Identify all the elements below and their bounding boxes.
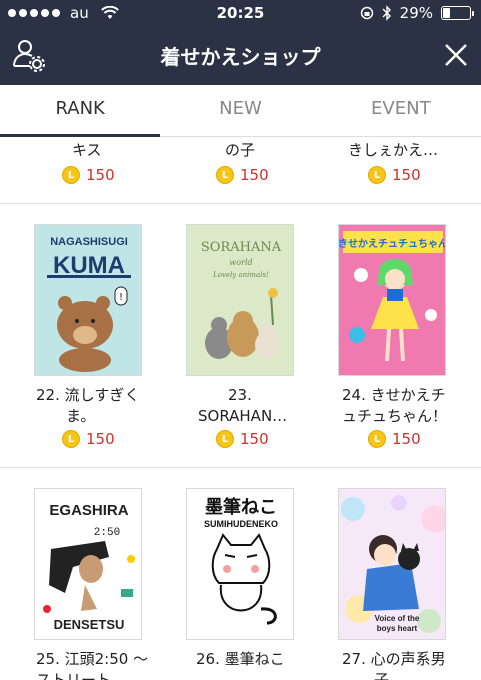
sumihude-cover-image: 墨筆ねこ SUMIHUDENEKO	[204, 496, 278, 625]
row-divider	[0, 467, 481, 468]
battery-percent: 29%	[399, 4, 433, 22]
theme-price: L 150	[216, 166, 269, 184]
theme-thumbnail-sumihude[interactable]: 墨筆ねこ SUMIHUDENEKO	[186, 488, 294, 640]
page-title: 着せかえショップ	[160, 45, 321, 69]
coin-icon: L	[216, 166, 234, 184]
svg-text:SORAHANA: SORAHANA	[201, 240, 282, 255]
svg-text:KUMA: KUMA	[53, 252, 125, 279]
theme-thumbnail-chuchu[interactable]: きせかえチュチュちゃん	[338, 224, 446, 376]
kokoro-cover-image: Voice of the boys heart	[341, 495, 445, 633]
tab-event[interactable]: EVENT	[321, 85, 481, 136]
svg-text:boys heart: boys heart	[377, 624, 418, 633]
theme-price: L 150	[62, 166, 115, 184]
coin-icon: L	[62, 166, 80, 184]
tab-rank[interactable]: RANK	[0, 85, 161, 137]
svg-text:SUMIHUDENEKO: SUMIHUDENEKO	[204, 519, 278, 529]
egashira-cover-image: EGASHIRA 2:50 DENSETSU	[43, 502, 135, 632]
sorahana-cover-image: SORAHANA world Lovely animals!	[201, 240, 282, 359]
header: 着せかえショップ	[0, 26, 481, 85]
theme-grid: キス L 150 の子 L 150 きしぇかえ… L 150 NAGASHISU…	[0, 138, 481, 680]
theme-name: 23.	[228, 386, 252, 404]
coin-icon: L	[216, 430, 234, 448]
svg-text:EGASHIRA: EGASHIRA	[49, 502, 128, 519]
chuchu-cover-image: きせかえチュチュちゃん	[339, 231, 446, 362]
coin-icon: L	[368, 166, 386, 184]
kuma-cover-image: NAGASHISUGI KUMA !	[47, 236, 131, 372]
theme-name-line2: ま。	[66, 407, 96, 425]
theme-name: の子	[225, 141, 256, 159]
theme-price: L 150	[216, 430, 269, 448]
theme-name: きしぇかえ…	[348, 141, 439, 159]
svg-text:world: world	[229, 258, 252, 267]
bluetooth-icon	[382, 5, 391, 21]
theme-name-line2: ストリート	[36, 671, 112, 680]
svg-text:2:50: 2:50	[94, 527, 120, 539]
tab-new[interactable]: NEW	[160, 85, 320, 136]
orientation-lock-icon	[360, 6, 373, 20]
theme-thumbnail-sorahana[interactable]: SORAHANA world Lovely animals!	[186, 224, 294, 376]
theme-price: L 150	[62, 430, 115, 448]
svg-text:NAGASHISUGI: NAGASHISUGI	[50, 236, 128, 248]
row-divider	[0, 203, 481, 204]
theme-thumbnail-egashira[interactable]: EGASHIRA 2:50 DENSETSU	[34, 488, 142, 640]
theme-name: キス	[72, 141, 102, 159]
theme-name: 27. 心の声系男	[342, 650, 446, 668]
theme-name-line2: 子	[374, 671, 390, 680]
close-icon[interactable]	[441, 40, 471, 70]
svg-text:!: !	[119, 292, 123, 303]
theme-thumbnail-kuma[interactable]: NAGASHISUGI KUMA !	[34, 224, 142, 376]
coin-icon: L	[62, 430, 80, 448]
theme-price: L 150	[368, 166, 421, 184]
theme-thumbnail-kokoro[interactable]: Voice of the boys heart	[338, 488, 446, 640]
coin-icon: L	[368, 430, 386, 448]
theme-name: 25. 江頭2:50 〜	[36, 650, 149, 668]
svg-text:Lovely animals!: Lovely animals!	[212, 271, 269, 279]
theme-name-line2: SORAHAN…	[198, 407, 288, 425]
svg-text:DENSETSU: DENSETSU	[54, 617, 125, 632]
theme-name: 22. 流しすぎく	[36, 386, 140, 404]
theme-name: 24. きせかえチ	[342, 386, 446, 404]
theme-name-line2: ュチュちゃん！	[342, 407, 448, 425]
svg-text:Voice of the: Voice of the	[375, 614, 420, 623]
status-bar: au 20:25 29%	[0, 0, 481, 26]
svg-text:きせかえチュチュちゃん: きせかえチュチュちゃん	[339, 238, 446, 250]
top-bar: au 20:25 29% 着せかえショップ	[0, 0, 481, 85]
theme-name: 26. 墨筆ねこ	[196, 650, 285, 668]
tab-bar: RANK NEW EVENT	[0, 85, 481, 137]
theme-price: L 150	[368, 430, 421, 448]
battery-icon	[441, 6, 474, 20]
svg-text:墨筆ねこ: 墨筆ねこ	[205, 496, 277, 518]
